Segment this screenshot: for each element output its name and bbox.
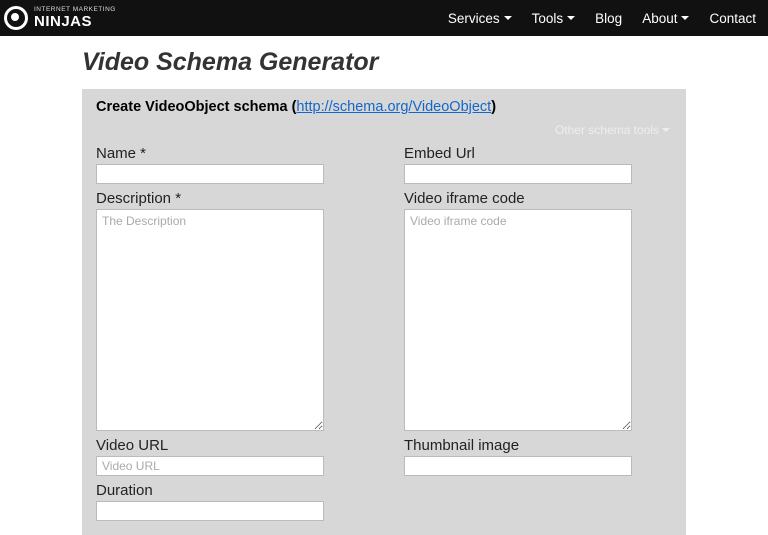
video-url-label: Video URL — [96, 437, 364, 454]
ninja-logo-icon — [4, 6, 28, 30]
nav-tools-label: Tools — [532, 11, 564, 26]
description-textarea[interactable] — [96, 209, 324, 431]
brand-logo[interactable]: INTERNET MARKETING NINJAS — [4, 6, 116, 30]
nav-contact-label: Contact — [709, 11, 756, 26]
video-url-input[interactable] — [96, 456, 324, 476]
chevron-down-icon — [504, 16, 512, 20]
left-column: Name * Description * Video URL Duration — [96, 139, 364, 521]
chevron-down-icon — [567, 16, 575, 20]
chevron-down-icon — [662, 128, 670, 132]
name-label: Name * — [96, 145, 364, 162]
panel-heading: Create VideoObject schema (http://schema… — [96, 99, 672, 115]
nav-contact[interactable]: Contact — [709, 11, 756, 26]
duration-label: Duration — [96, 482, 364, 499]
nav-services[interactable]: Services — [448, 11, 512, 26]
thumbnail-input[interactable] — [404, 456, 632, 476]
other-schema-tools-link[interactable]: Other schema tools — [555, 123, 670, 137]
form-panel: Create VideoObject schema (http://schema… — [82, 89, 686, 535]
form-columns: Name * Description * Video URL Duration … — [96, 139, 672, 521]
chevron-down-icon — [681, 16, 689, 20]
brand-text: INTERNET MARKETING NINJAS — [34, 7, 116, 29]
name-input[interactable] — [96, 164, 324, 184]
panel-lead: Create VideoObject schema ( — [96, 99, 296, 115]
nav-blog[interactable]: Blog — [595, 11, 622, 26]
iframe-textarea[interactable] — [404, 209, 632, 431]
page-title: Video Schema Generator — [82, 48, 768, 77]
brand-title: NINJAS — [34, 14, 116, 29]
schema-link[interactable]: http://schema.org/VideoObject — [296, 99, 491, 115]
nav-tools[interactable]: Tools — [532, 11, 576, 26]
iframe-label: Video iframe code — [404, 190, 672, 207]
nav-services-label: Services — [448, 11, 500, 26]
thumbnail-label: Thumbnail image — [404, 437, 672, 454]
embed-url-input[interactable] — [404, 164, 632, 184]
embed-url-label: Embed Url — [404, 145, 672, 162]
description-label: Description * — [96, 190, 364, 207]
nav-about-label: About — [642, 11, 677, 26]
nav-items: Services Tools Blog About Contact — [448, 11, 756, 26]
other-tools-label: Other schema tools — [555, 123, 659, 137]
nav-about[interactable]: About — [642, 11, 689, 26]
duration-input[interactable] — [96, 501, 324, 521]
nav-blog-label: Blog — [595, 11, 622, 26]
panel-tail: ) — [491, 99, 496, 115]
right-column: Embed Url Video iframe code Thumbnail im… — [404, 139, 672, 521]
top-navbar: INTERNET MARKETING NINJAS Services Tools… — [0, 0, 768, 36]
